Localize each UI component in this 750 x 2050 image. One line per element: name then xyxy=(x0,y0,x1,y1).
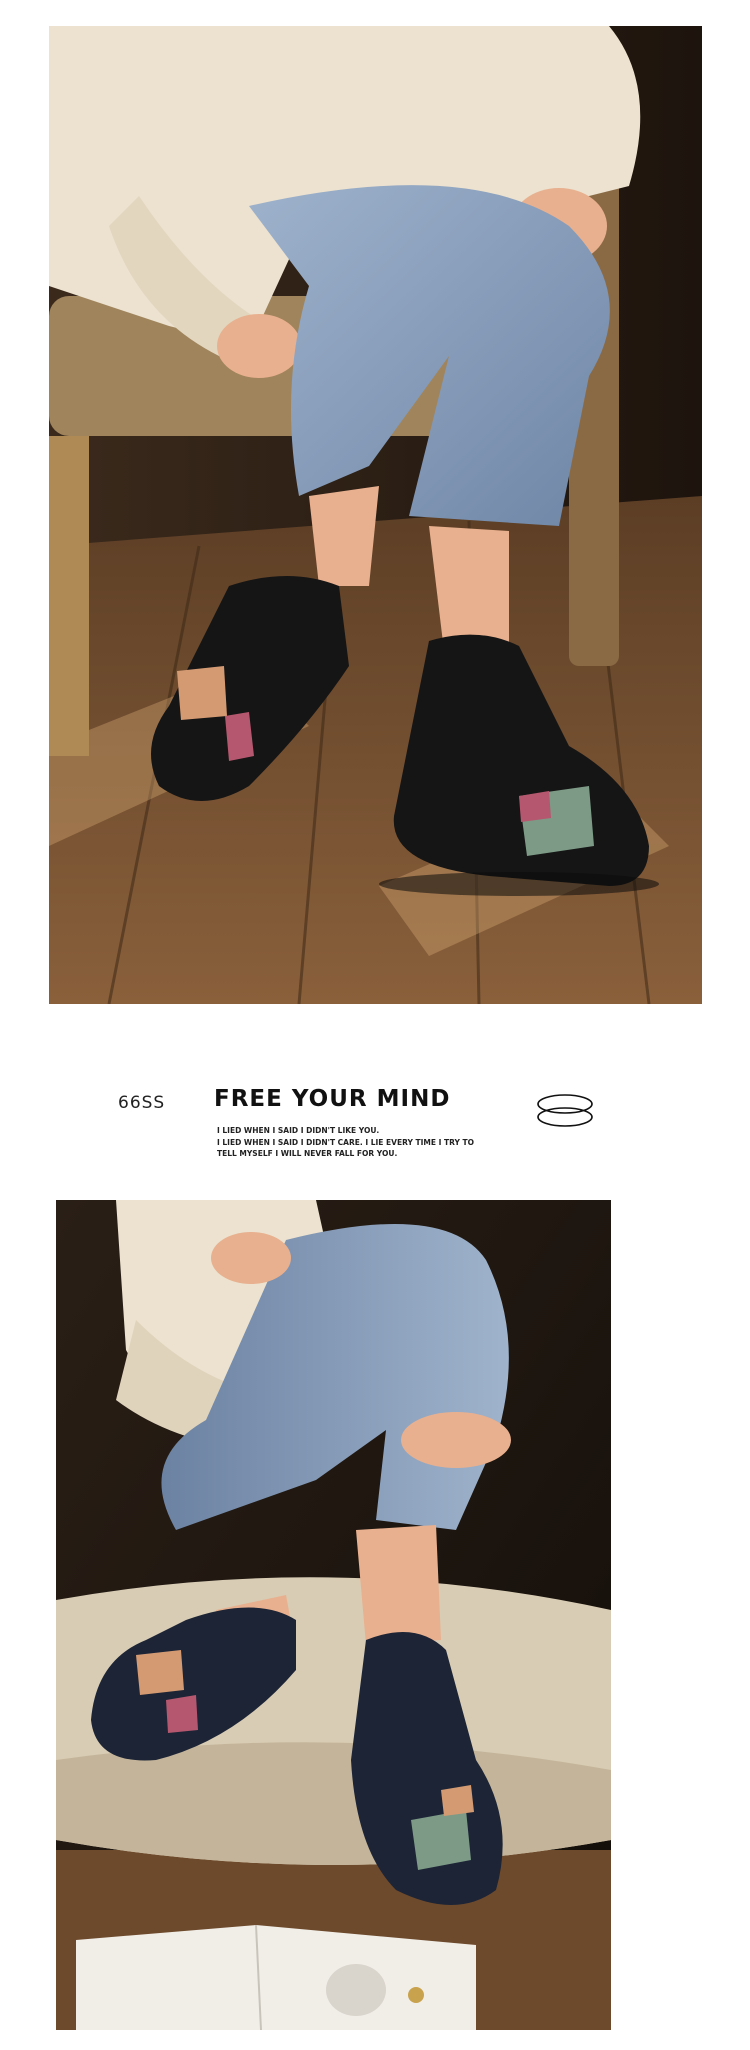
brand-code: 66SS xyxy=(118,1093,166,1113)
headline: FREE YOUR MIND xyxy=(214,1086,451,1112)
navy-boots-photo-icon xyxy=(56,1200,611,2030)
tagline-lines: I LIED WHEN I SAID I DIDN'T LIKE YOU. I … xyxy=(217,1125,487,1160)
tagline-line: TELL MYSELF I WILL NEVER FALL FOR YOU. xyxy=(217,1149,398,1158)
black-boots-photo-icon xyxy=(49,26,702,1004)
tagline-line: I LIED WHEN I SAID I DIDN'T LIKE YOU. xyxy=(217,1126,380,1135)
double-ellipse-icon xyxy=(535,1090,595,1132)
tagline-line: I LIED WHEN I SAID I DIDN'T CARE. I LIE … xyxy=(217,1137,475,1147)
product-photo-top xyxy=(49,26,702,1004)
product-photo-bottom xyxy=(56,1200,611,2030)
